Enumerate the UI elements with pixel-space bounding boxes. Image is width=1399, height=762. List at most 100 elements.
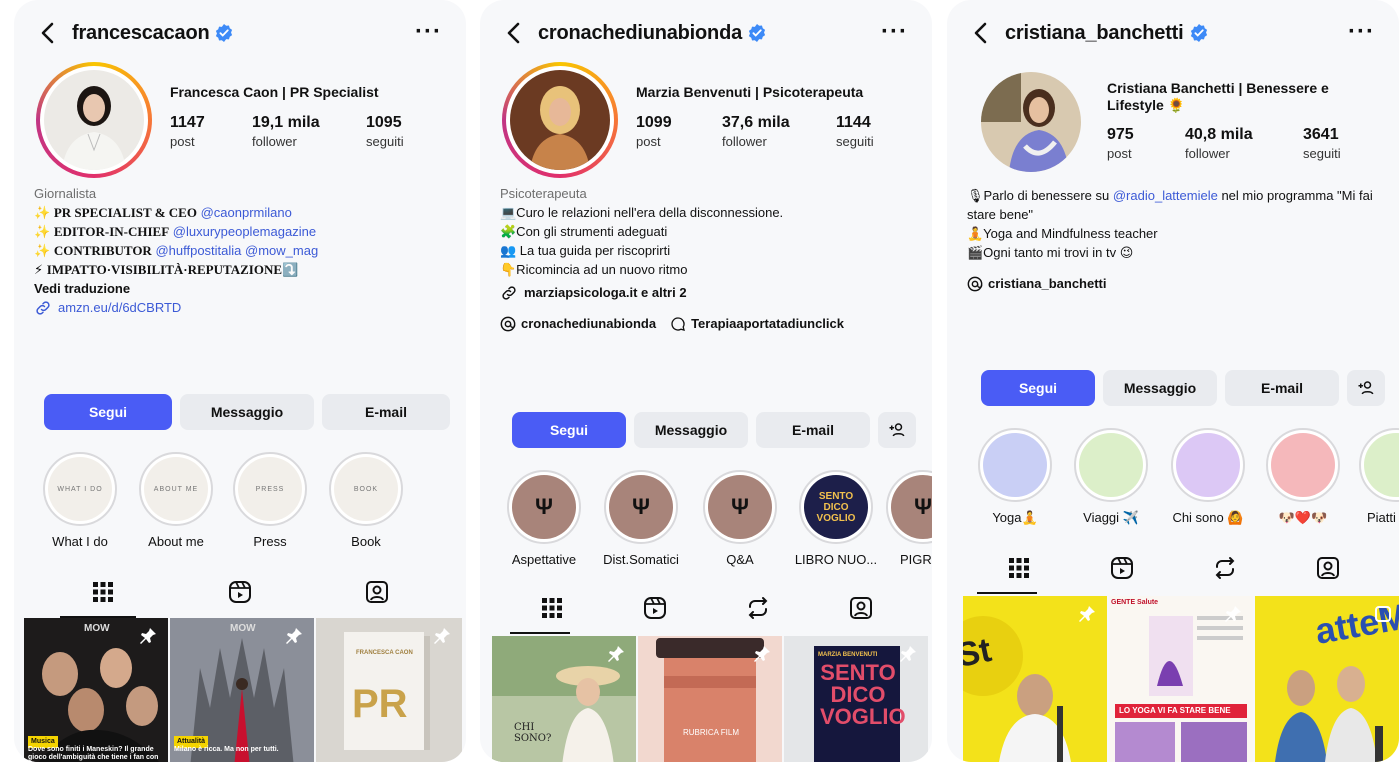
bio-emoji: ✨ bbox=[34, 243, 54, 258]
profile-stats: 1099 post 37,6 mila follower 1144 seguiti bbox=[636, 114, 896, 149]
pin-icon bbox=[434, 628, 450, 644]
highlight-cover: ABOUT ME bbox=[144, 457, 208, 521]
threads-link[interactable]: cronachediunabionda bbox=[500, 314, 656, 333]
profile-card: francescacaon ··· Francesca Caon | PR Sp… bbox=[14, 0, 466, 762]
post-tile[interactable]: MARZIA BENVENUTI SENTO DICO VOGLIO bbox=[784, 636, 928, 762]
stat-following[interactable]: 3641 seguiti bbox=[1303, 126, 1363, 161]
stat-followers[interactable]: 19,1 mila follower bbox=[252, 114, 366, 149]
back-arrow-icon[interactable] bbox=[967, 20, 993, 46]
post-tile[interactable]: CHI SONO? bbox=[492, 636, 636, 762]
stat-label: follower bbox=[1185, 146, 1230, 161]
post-tile[interactable]: St bbox=[963, 596, 1107, 762]
message-button[interactable]: Messaggio bbox=[180, 394, 314, 430]
pin-icon bbox=[900, 646, 916, 662]
highlight-aspettative[interactable]: Ψ Aspettative bbox=[502, 470, 586, 567]
stat-value: 37,6 mila bbox=[722, 114, 790, 131]
more-options-icon[interactable]: ··· bbox=[1348, 18, 1375, 46]
reels-tab-icon[interactable] bbox=[635, 588, 675, 628]
stat-posts[interactable]: 975 post bbox=[1107, 126, 1185, 161]
tagged-tab-icon[interactable] bbox=[841, 588, 881, 628]
verified-badge-icon bbox=[216, 24, 233, 42]
email-button[interactable]: E-mail bbox=[322, 394, 450, 430]
bio-mention[interactable]: @caonprmilano bbox=[197, 205, 292, 220]
tagged-tab-icon[interactable] bbox=[1308, 548, 1348, 588]
email-button[interactable]: E-mail bbox=[1225, 370, 1339, 406]
back-arrow-icon[interactable] bbox=[500, 20, 526, 46]
stat-following[interactable]: 1095 seguiti bbox=[366, 114, 426, 149]
highlight-label: LIBRO NUO... bbox=[794, 552, 878, 567]
avatar[interactable] bbox=[36, 62, 152, 178]
post-tile[interactable]: RUBRICA FILM bbox=[638, 636, 782, 762]
highlight-about-me[interactable]: ABOUT ME About me bbox=[136, 452, 216, 549]
highlight-viaggi[interactable]: Viaggi ✈️ bbox=[1071, 428, 1151, 526]
post-book-title: SENTO DICO VOGLIO bbox=[820, 660, 906, 729]
username-text: cristiana_banchetti bbox=[1005, 21, 1184, 44]
highlight-piatti[interactable]: Piatti bbox=[1359, 428, 1399, 525]
posts-grid: CHI SONO? RUBRICA FILM MARZIA BENVENUTI … bbox=[492, 636, 928, 762]
stat-followers[interactable]: 40,8 mila follower bbox=[1185, 126, 1303, 161]
stat-posts[interactable]: 1099 post bbox=[636, 114, 722, 149]
reposts-tab-icon[interactable] bbox=[738, 588, 778, 628]
follow-button[interactable]: Segui bbox=[512, 412, 626, 448]
post-magazine-header: GENTE Salute bbox=[1111, 599, 1159, 606]
bio-mention[interactable]: @luxurypeoplemagazine bbox=[169, 224, 316, 239]
more-options-icon[interactable]: ··· bbox=[415, 18, 442, 46]
avatar[interactable] bbox=[502, 62, 618, 178]
post-tile[interactable]: MOW Attualità Milano è ricca. Ma non per… bbox=[170, 618, 314, 762]
post-watermark: MOW bbox=[230, 623, 256, 634]
stat-followers[interactable]: 37,6 mila follower bbox=[722, 114, 836, 149]
stat-posts[interactable]: 1147 post bbox=[170, 114, 252, 149]
post-tile[interactable]: MOW Musica Dove sono finiti i Maneskin? … bbox=[24, 618, 168, 762]
profile-header: cronachediunabionda ··· bbox=[500, 14, 916, 52]
threads-link[interactable]: cristiana_banchetti bbox=[967, 274, 1379, 293]
follow-button[interactable]: Segui bbox=[981, 370, 1095, 406]
reels-tab-icon[interactable] bbox=[220, 572, 260, 612]
highlight-libro-nuovo[interactable]: SENTO DICO VOGLIO LIBRO NUO... bbox=[790, 470, 882, 567]
avatar[interactable] bbox=[981, 72, 1081, 172]
threads-link-secondary[interactable]: Terapiaaportatadiunclick bbox=[670, 314, 844, 333]
highlight-yoga[interactable]: Yoga🧘 bbox=[975, 428, 1055, 526]
highlight-pigr[interactable]: Ψ PIGR bbox=[886, 470, 932, 567]
highlight-chi-sono[interactable]: Chi sono 🙆 bbox=[1163, 428, 1253, 526]
action-buttons: Segui Messaggio E-mail bbox=[44, 394, 450, 430]
tagged-tab-icon[interactable] bbox=[357, 572, 397, 612]
stat-following[interactable]: 1144 seguiti bbox=[836, 114, 896, 149]
username-text: cronachediunabionda bbox=[538, 21, 743, 44]
highlight-book[interactable]: BOOK Book bbox=[326, 452, 406, 549]
username-text: francescacaon bbox=[72, 21, 210, 44]
reels-tab-icon[interactable] bbox=[1102, 548, 1142, 588]
bio-line: ✨ CONTRIBUTOR @huffpostitalia @mow_mag bbox=[34, 241, 456, 260]
link-text: marziapsicologa.it e altri 2 bbox=[524, 285, 687, 300]
stat-label: seguiti bbox=[836, 134, 874, 149]
active-tab-indicator bbox=[510, 632, 570, 634]
suggested-users-button[interactable] bbox=[878, 412, 916, 448]
bio-mention[interactable]: @radio_lattemiele bbox=[1113, 188, 1218, 203]
more-options-icon[interactable]: ··· bbox=[881, 18, 908, 46]
see-translation-link[interactable]: Vedi traduzione bbox=[34, 279, 456, 298]
post-tile[interactable]: atteM bbox=[1255, 596, 1399, 762]
highlight-what-i-do[interactable]: WHAT I DO What I do bbox=[40, 452, 120, 549]
email-button[interactable]: E-mail bbox=[756, 412, 870, 448]
highlight-dist-somatici[interactable]: Ψ Dist.Somatici bbox=[592, 470, 690, 567]
grid-tab-icon[interactable] bbox=[532, 588, 572, 628]
suggested-users-button[interactable] bbox=[1347, 370, 1385, 406]
message-button[interactable]: Messaggio bbox=[634, 412, 748, 448]
message-button[interactable]: Messaggio bbox=[1103, 370, 1217, 406]
profile-link[interactable]: amzn.eu/d/6dCBRTD bbox=[34, 298, 456, 317]
stat-value: 3641 bbox=[1303, 126, 1339, 143]
highlight-dogs[interactable]: 🐶❤️🐶 bbox=[1263, 428, 1343, 526]
grid-tab-icon[interactable] bbox=[83, 572, 123, 612]
profile-link[interactable]: marziapsicologa.it e altri 2 bbox=[500, 283, 922, 302]
pin-icon bbox=[608, 646, 624, 662]
highlight-qa[interactable]: Ψ Q&A bbox=[698, 470, 782, 567]
highlight-press[interactable]: PRESS Press bbox=[230, 452, 310, 549]
follow-button[interactable]: Segui bbox=[44, 394, 172, 430]
post-tile[interactable]: FRANCESCA CAON PR bbox=[316, 618, 462, 762]
bio-mention[interactable]: @huffpostitalia @mow_mag bbox=[152, 243, 318, 258]
back-arrow-icon[interactable] bbox=[34, 20, 60, 46]
reposts-tab-icon[interactable] bbox=[1205, 548, 1245, 588]
grid-tab-icon[interactable] bbox=[999, 548, 1039, 588]
post-book-author: FRANCESCA CAON bbox=[356, 650, 413, 656]
post-tile[interactable]: GENTE Salute LO YOGA VI FA STARE BENE bbox=[1109, 596, 1253, 762]
stat-value: 19,1 mila bbox=[252, 114, 320, 131]
